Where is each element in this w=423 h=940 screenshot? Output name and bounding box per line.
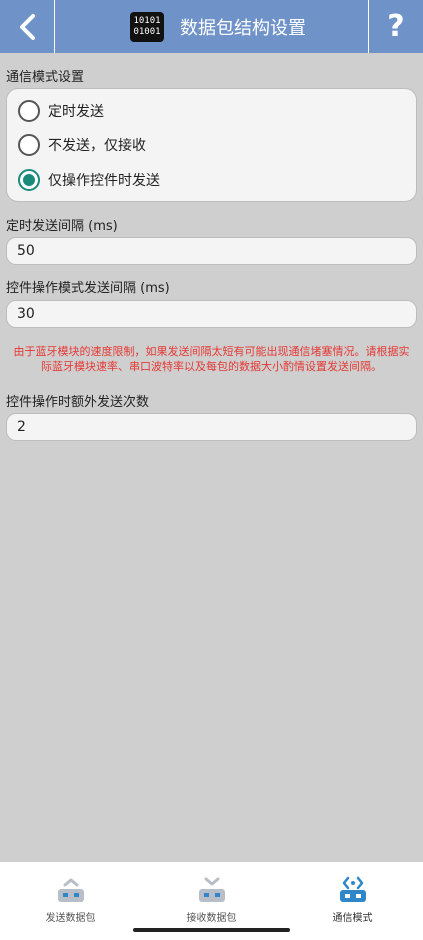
help-button[interactable]: ? [368, 0, 423, 53]
radio-button[interactable] [18, 100, 40, 122]
radio-label: 不发送，仅接收 [48, 138, 146, 154]
binary-data-icon: 10101 01001 [130, 12, 164, 42]
app-header: 10101 01001 数据包结构设置 ? [0, 0, 423, 53]
radio-label: 定时发送 [48, 104, 104, 120]
home-indicator [133, 928, 290, 932]
comm-mode-radio-group: 定时发送 不发送，仅接收 仅操作控件时发送 [6, 88, 417, 202]
nav-receive-packet[interactable]: 接收数据包 [141, 862, 282, 932]
nav-label: 发送数据包 [45, 913, 96, 924]
radio-option-receive-only[interactable]: 不发送，仅接收 [18, 133, 146, 157]
nav-comm-mode[interactable]: 通信模式 [282, 862, 423, 932]
nav-label: 接收数据包 [186, 913, 237, 924]
question-mark-icon: ? [387, 9, 405, 44]
chevron-left-icon [20, 13, 35, 40]
radio-selected-dot [23, 174, 35, 186]
page-title: 数据包结构设置 [180, 18, 306, 39]
timer-interval-input[interactable]: 50 [6, 237, 417, 265]
radio-button-checked[interactable] [18, 169, 40, 191]
control-interval-label: 控件操作模式发送间隔 (ms) [6, 281, 170, 296]
comm-mode-label: 通信模式设置 [6, 70, 85, 85]
receive-packet-icon [198, 877, 225, 902]
header-title-group: 10101 01001 数据包结构设置 [130, 11, 306, 43]
nav-label: 通信模式 [332, 913, 373, 924]
radio-label: 仅操作控件时发送 [48, 173, 160, 189]
radio-option-send-on-control[interactable]: 仅操作控件时发送 [18, 168, 160, 192]
interval-warning-text: 由于蓝牙模块的速度限制，如果发送间隔太短有可能出现通信堵塞情况。请根据实际蓝牙模… [13, 345, 410, 373]
nav-send-packet[interactable]: 发送数据包 [0, 862, 141, 932]
radio-option-timed-send[interactable]: 定时发送 [18, 99, 104, 123]
send-packet-icon [57, 878, 84, 902]
radio-button[interactable] [18, 134, 40, 156]
back-button[interactable] [0, 0, 55, 53]
extra-sends-label: 控件操作时额外发送次数 [6, 395, 150, 410]
timer-interval-label: 定时发送间隔 (ms) [6, 219, 118, 234]
control-interval-input[interactable]: 30 [6, 300, 417, 328]
comm-mode-icon [339, 876, 366, 902]
extra-sends-input[interactable]: 2 [6, 413, 417, 441]
